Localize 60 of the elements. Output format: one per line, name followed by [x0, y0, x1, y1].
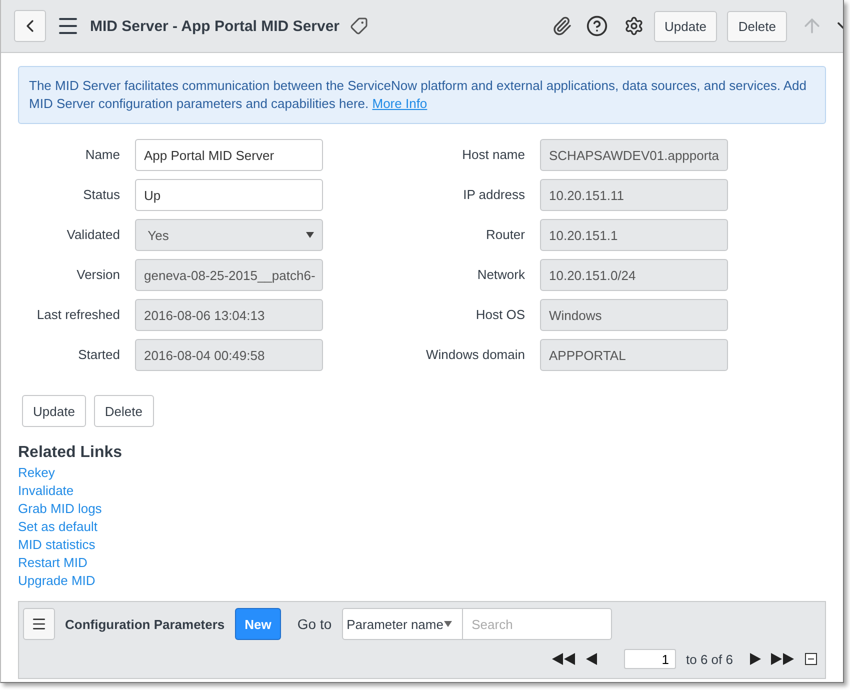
- page-number-field[interactable]: 1: [624, 649, 676, 669]
- search-field[interactable]: Search: [462, 608, 612, 640]
- field-label: Name: [84, 146, 120, 164]
- related-link[interactable]: Restart MID: [18, 554, 88, 572]
- menu-icon: [31, 616, 47, 632]
- field-label: Network: [476, 266, 525, 284]
- text-field[interactable]: App Portal MID Server: [135, 139, 323, 171]
- dropdown-caret-icon: [306, 232, 314, 238]
- paperclip-icon[interactable]: [552, 16, 572, 36]
- readonly-field: SCHAPSAWDEV01.appporta: [540, 139, 728, 171]
- go-to-label: Go to: [297, 616, 332, 632]
- field-label: Validated: [66, 226, 120, 244]
- delete-button[interactable]: Delete: [94, 395, 154, 427]
- readonly-field: Windows: [540, 299, 728, 331]
- update-button[interactable]: Update: [22, 395, 86, 427]
- collapse-icon[interactable]: [805, 653, 817, 665]
- field-label: Started: [77, 346, 120, 364]
- previous-page-icon[interactable]: [586, 653, 598, 665]
- info-message: The MID Server facilitates communication between the ServiceNow platform and external applications, data sources, and services. Add MID Server configuration parameters and capabilities here. More Info: [18, 66, 826, 124]
- settings-icon[interactable]: [624, 16, 644, 36]
- more-info-link[interactable]: More Info: [372, 96, 428, 111]
- field-label: Host OS: [474, 306, 525, 324]
- readonly-field: APPPORTAL: [540, 339, 728, 371]
- list-title: Configuration Parameters: [65, 616, 225, 632]
- first-page-icon[interactable]: [552, 653, 576, 665]
- window-title: MID Server - App Portal MID Server: [90, 18, 340, 34]
- readonly-field: 10.20.151.11: [540, 179, 728, 211]
- last-page-icon[interactable]: [771, 653, 795, 665]
- field-label: IP address: [462, 186, 525, 204]
- new-button[interactable]: New: [234, 608, 282, 640]
- field-label: Status: [82, 186, 120, 204]
- related-link[interactable]: Invalidate: [18, 482, 74, 500]
- next-page-icon[interactable]: [749, 653, 761, 665]
- field-label: Windows domain: [425, 346, 525, 364]
- related-links-heading: Related Links: [18, 444, 124, 462]
- validated-select[interactable]: Yes: [135, 219, 323, 251]
- dropdown-caret-icon: [444, 621, 452, 627]
- related-link[interactable]: MID statistics: [18, 536, 96, 554]
- readonly-field: 2016-08-04 00:49:58: [135, 339, 323, 371]
- readonly-field: 10.20.151.0/24: [540, 259, 728, 291]
- update-button[interactable]: Update: [654, 10, 718, 42]
- field-label: Last refreshed: [36, 306, 120, 324]
- back-button[interactable]: [14, 10, 46, 42]
- related-link[interactable]: Set as default: [18, 518, 98, 536]
- readonly-field: 10.20.151.1: [540, 219, 728, 251]
- text-field[interactable]: Up: [135, 179, 323, 211]
- page-range: to 6 of 6: [686, 652, 733, 666]
- related-link[interactable]: Rekey: [18, 464, 55, 482]
- readonly-field: geneva-08-25-2015__patch6-: [135, 259, 323, 291]
- list-menu-button[interactable]: [23, 608, 55, 640]
- parameter-select[interactable]: Parameter name: [342, 608, 463, 640]
- field-label: Host name: [461, 146, 525, 164]
- tag-icon[interactable]: [350, 17, 368, 35]
- field-label: Router: [484, 226, 525, 244]
- related-link[interactable]: Upgrade MID: [18, 572, 96, 590]
- delete-button[interactable]: Delete: [727, 10, 787, 42]
- readonly-field: 2016-08-06 13:04:13: [135, 299, 323, 331]
- related-link[interactable]: Grab MID logs: [18, 500, 102, 518]
- help-icon[interactable]: [586, 15, 608, 37]
- field-label: Version: [76, 266, 120, 284]
